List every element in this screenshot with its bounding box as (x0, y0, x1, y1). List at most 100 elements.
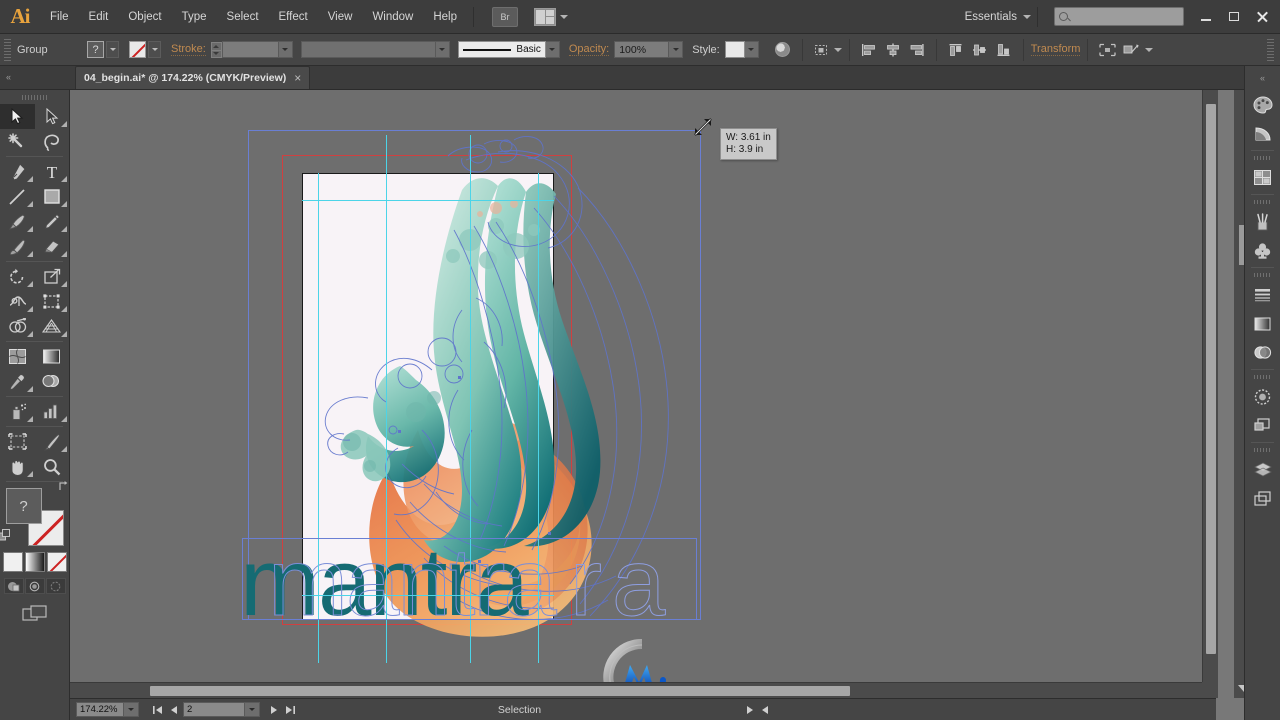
symbols-panel-icon[interactable] (1245, 236, 1280, 265)
draw-behind-button[interactable] (24, 578, 45, 594)
hand-tool[interactable] (0, 454, 35, 479)
menu-view[interactable]: View (318, 0, 363, 34)
artboard-canvas[interactable]: mantra mantra ra W: 3.61 in H: 3.9 in (70, 90, 1218, 698)
stroke-chevron-down-icon[interactable] (148, 41, 161, 58)
zoom-chevron-down-icon[interactable] (124, 702, 139, 717)
eyedropper-tool[interactable] (0, 369, 35, 394)
type-tool[interactable]: T (35, 159, 70, 184)
appearance-panel-icon[interactable] (1245, 382, 1280, 411)
dock-gripper-2[interactable] (1245, 197, 1280, 207)
transform-link[interactable]: Transform (1030, 43, 1081, 56)
menu-object[interactable]: Object (118, 0, 171, 34)
variable-width-profile-input[interactable] (300, 41, 436, 58)
menu-window[interactable]: Window (362, 0, 423, 34)
close-button[interactable] (1248, 5, 1276, 29)
align-chevron-down-icon[interactable] (833, 47, 842, 52)
artboards-panel-icon[interactable] (1245, 484, 1280, 513)
control-bar-gripper[interactable] (4, 38, 11, 61)
default-fill-stroke-icon[interactable] (0, 529, 11, 542)
close-tab-icon[interactable]: × (294, 71, 301, 85)
horizontal-scrollbar[interactable] (70, 682, 1218, 698)
tools-panel-gripper[interactable] (0, 90, 69, 104)
change-screen-mode-button[interactable] (0, 604, 69, 624)
eraser-tool[interactable] (35, 234, 70, 259)
first-artboard-icon[interactable] (149, 701, 165, 719)
menu-select[interactable]: Select (217, 0, 269, 34)
free-transform-tool[interactable] (35, 289, 70, 314)
blob-brush-tool[interactable] (0, 234, 35, 259)
direct-selection-tool[interactable] (35, 104, 70, 129)
previous-artboard-icon[interactable] (165, 701, 181, 719)
none-button[interactable] (46, 552, 67, 572)
pen-tool[interactable] (0, 159, 35, 184)
blend-tool[interactable] (35, 369, 70, 394)
search-input[interactable] (1054, 7, 1184, 26)
gradient-button[interactable] (24, 552, 45, 572)
fill-color-swatch[interactable]: ? (5, 488, 42, 524)
menu-file[interactable]: File (40, 0, 79, 34)
menu-effect[interactable]: Effect (269, 0, 318, 34)
pencil-tool[interactable] (35, 209, 70, 234)
perspective-grid-tool[interactable] (35, 314, 70, 339)
dock-gripper-1[interactable] (1245, 153, 1280, 163)
stroke-weight-chevron-down-icon[interactable] (278, 41, 293, 58)
workspace-chevron-down-icon[interactable] (1023, 14, 1031, 19)
variable-width-chevron-down-icon[interactable] (435, 41, 450, 58)
bridge-button[interactable]: Br (492, 6, 518, 27)
color-swatch-button[interactable] (2, 552, 23, 572)
chevron-down-icon[interactable] (560, 14, 568, 19)
mesh-tool[interactable] (0, 344, 35, 369)
mask-chevron-down-icon[interactable] (1145, 47, 1154, 52)
stroke-swatch[interactable] (129, 41, 146, 58)
zoom-tool[interactable] (35, 454, 70, 479)
color-guide-panel-icon[interactable] (1245, 119, 1280, 148)
menu-help[interactable]: Help (423, 0, 467, 34)
align-options-icon[interactable] (811, 39, 833, 61)
align-right-icon[interactable] (906, 39, 928, 61)
workspace-switcher[interactable]: Essentials (963, 11, 1019, 23)
status-collapse-arrow-icon[interactable] (757, 701, 773, 719)
dock-gripper-4[interactable] (1245, 372, 1280, 382)
shape-builder-tool[interactable] (0, 314, 35, 339)
control-bar-overflow[interactable] (1267, 38, 1274, 61)
artboard-number-input[interactable]: 2 (183, 702, 245, 717)
scale-tool[interactable] (35, 264, 70, 289)
status-menu-arrow-icon[interactable] (741, 701, 757, 719)
make-clipping-mask-icon[interactable] (1120, 39, 1142, 61)
brushes-panel-icon[interactable] (1245, 207, 1280, 236)
align-center-vertical-icon[interactable] (969, 39, 991, 61)
menu-edit[interactable]: Edit (79, 0, 119, 34)
stroke-panel-icon[interactable] (1245, 280, 1280, 309)
dock-gripper-5[interactable] (1245, 445, 1280, 455)
expand-panels-icon[interactable]: « (1245, 66, 1280, 90)
paintbrush-tool[interactable] (0, 209, 35, 234)
graphic-styles-panel-icon[interactable] (1245, 411, 1280, 440)
swatches-panel-icon[interactable] (1245, 163, 1280, 192)
selection-tool[interactable] (0, 104, 35, 129)
rectangle-tool[interactable] (35, 184, 70, 209)
rotate-tool[interactable] (0, 264, 35, 289)
artboard-chevron-down-icon[interactable] (245, 702, 260, 717)
text-selection-box[interactable] (242, 538, 697, 620)
isolate-selected-object-icon[interactable] (1096, 39, 1118, 61)
opacity-chevron-down-icon[interactable] (669, 41, 684, 58)
dock-gripper-3[interactable] (1245, 270, 1280, 280)
draw-normal-button[interactable] (3, 578, 24, 594)
color-panel-icon[interactable] (1245, 90, 1280, 119)
collapse-toolbar-icon[interactable]: « (0, 65, 75, 89)
opacity-input[interactable]: 100% (614, 41, 670, 58)
brush-definition-select[interactable]: Basic (457, 41, 546, 58)
fill-chevron-down-icon[interactable] (106, 41, 119, 58)
align-center-horizontal-icon[interactable] (882, 39, 904, 61)
column-graph-tool[interactable] (35, 399, 70, 424)
menu-type[interactable]: Type (172, 0, 217, 34)
recolor-artwork-icon[interactable] (772, 39, 794, 61)
opacity-label[interactable]: Opacity: (568, 43, 610, 56)
layers-panel-icon[interactable] (1245, 455, 1280, 484)
gradient-tool[interactable] (35, 344, 70, 369)
vertical-scrollbar[interactable] (1202, 90, 1218, 698)
symbol-sprayer-tool[interactable] (0, 399, 35, 424)
document-tab[interactable]: 04_begin.ai* @ 174.22% (CMYK/Preview) × (75, 66, 311, 89)
gradient-panel-icon[interactable] (1245, 309, 1280, 338)
next-artboard-icon[interactable] (266, 701, 282, 719)
